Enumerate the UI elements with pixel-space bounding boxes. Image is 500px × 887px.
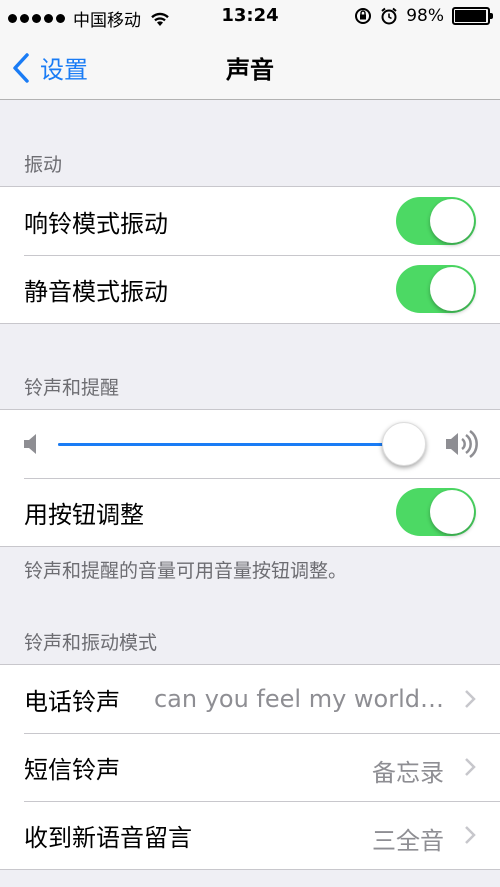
vibrate-on-ring-toggle[interactable] bbox=[396, 197, 476, 245]
volume-high-icon bbox=[446, 429, 478, 459]
ringtone-row[interactable]: 电话铃声 can you feel my world… bbox=[0, 665, 500, 733]
ringtone-label: 电话铃声 bbox=[24, 687, 120, 716]
change-with-buttons-row: 用按钮调整 bbox=[0, 478, 500, 546]
new-voicemail-label: 收到新语音留言 bbox=[24, 823, 192, 852]
alarm-icon bbox=[381, 7, 397, 25]
toggle-knob bbox=[430, 490, 474, 534]
vibrate-on-silent-label: 静音模式振动 bbox=[24, 277, 168, 306]
toggle-knob bbox=[430, 199, 474, 243]
rotation-lock-icon bbox=[355, 8, 372, 24]
vibrate-on-silent-toggle[interactable] bbox=[396, 265, 476, 313]
patterns-group: 电话铃声 can you feel my world… 短信铃声 备忘录 收到新… bbox=[0, 664, 500, 870]
chevron-right-icon bbox=[465, 758, 476, 776]
text-tone-row[interactable]: 短信铃声 备忘录 bbox=[0, 733, 500, 801]
section-header-ringer-alerts: 铃声和提醒 bbox=[24, 377, 120, 399]
section-header-vibration: 振动 bbox=[24, 154, 63, 176]
vibrate-on-ring-label: 响铃模式振动 bbox=[24, 209, 168, 238]
volume-slider-row bbox=[0, 410, 500, 478]
text-tone-value: 备忘录 bbox=[372, 759, 444, 787]
ringtone-value: can you feel my world… bbox=[153, 685, 444, 713]
ringer-group: 用按钮调整 bbox=[0, 409, 500, 547]
volume-slider-fill bbox=[58, 443, 404, 446]
navigation-bar: 设置 声音 bbox=[0, 34, 500, 100]
section-header-sounds-patterns: 铃声和振动模式 bbox=[24, 632, 158, 654]
battery-fill bbox=[455, 10, 487, 22]
page-title: 声音 bbox=[226, 56, 274, 84]
battery-percent: 98% bbox=[406, 6, 444, 26]
vibrate-on-ring-row: 响铃模式振动 bbox=[0, 187, 500, 255]
toggle-knob bbox=[430, 267, 474, 311]
battery-icon bbox=[452, 7, 493, 25]
vibration-group: 响铃模式振动 静音模式振动 bbox=[0, 186, 500, 324]
new-voicemail-row[interactable]: 收到新语音留言 三全音 bbox=[0, 801, 500, 869]
chevron-right-icon bbox=[465, 826, 476, 844]
vibrate-on-silent-row: 静音模式振动 bbox=[0, 255, 500, 323]
new-voicemail-value: 三全音 bbox=[372, 827, 444, 855]
change-with-buttons-label: 用按钮调整 bbox=[24, 500, 144, 529]
volume-low-icon bbox=[24, 434, 36, 454]
status-bar: 中国移动 13:24 98% bbox=[0, 0, 500, 34]
chevron-right-icon bbox=[465, 690, 476, 708]
volume-slider[interactable] bbox=[58, 443, 422, 446]
ringer-footer-note: 铃声和提醒的音量可用音量按钮调整。 bbox=[24, 560, 348, 582]
volume-slider-thumb[interactable] bbox=[381, 422, 426, 466]
change-with-buttons-toggle[interactable] bbox=[396, 488, 476, 536]
text-tone-label: 短信铃声 bbox=[24, 755, 120, 784]
status-right: 98% bbox=[354, 6, 493, 26]
